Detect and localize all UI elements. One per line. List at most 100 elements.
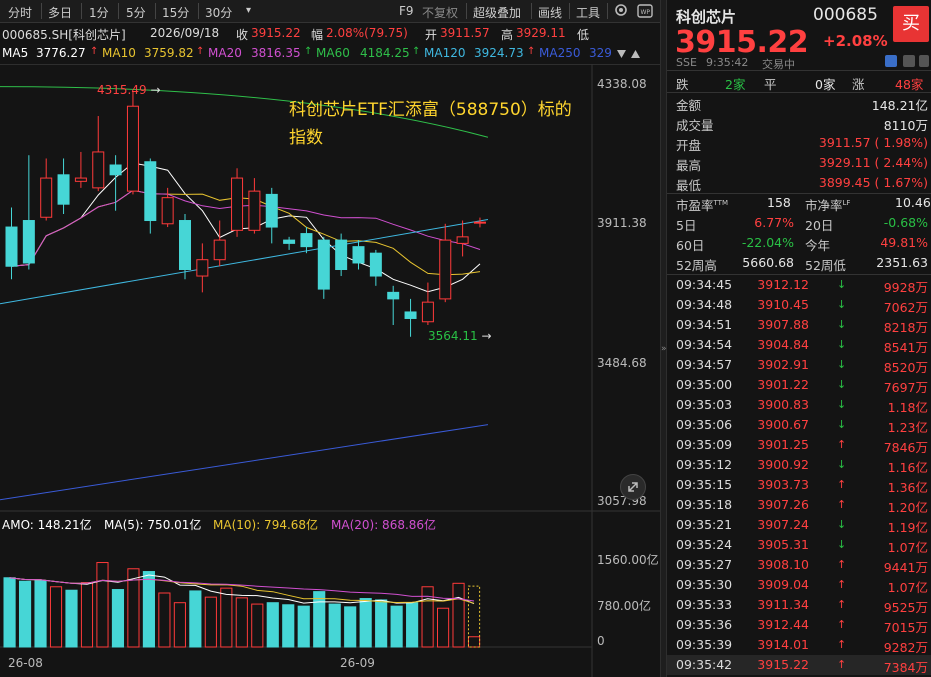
ma10-line <box>11 189 481 276</box>
tools-button[interactable]: 工具 <box>576 4 600 21</box>
close-value: 3915.22 <box>251 26 301 40</box>
tick-row[interactable]: 09:35:24 3905.31 ↓ 1.07亿 <box>667 535 931 555</box>
ma-legend: MA5 3776.27 ↑ MA10 3759.82 ↑ MA20 3816.3… <box>0 43 660 63</box>
tick-row[interactable]: 09:35:36 3912.44 ↑ 7015万 <box>667 615 931 635</box>
tab-timeshare[interactable]: 分时 <box>8 4 32 21</box>
candle-body <box>283 239 296 244</box>
window-icon[interactable]: WP <box>637 3 653 22</box>
ma120-value: 3924.73 <box>474 46 524 60</box>
candle-body <box>456 236 469 244</box>
flat-label: 平 <box>764 77 777 92</box>
tick-price: 3907.26 <box>757 497 809 512</box>
candle-body <box>126 105 139 192</box>
tick-row[interactable]: 09:35:15 3903.73 ↑ 1.36亿 <box>667 475 931 495</box>
draw-button[interactable]: 画线 <box>538 4 562 21</box>
tick-row[interactable]: 09:35:03 3900.83 ↓ 1.18亿 <box>667 395 931 415</box>
low-label: 低 <box>577 28 590 42</box>
collapse-panel-icon[interactable]: » <box>661 344 667 354</box>
tab-5min[interactable]: 5分 <box>126 4 146 21</box>
volume-bar <box>452 582 465 648</box>
tick-row[interactable]: 09:34:48 3910.45 ↓ 7062万 <box>667 295 931 315</box>
tick-price: 3901.22 <box>757 377 809 392</box>
flat-count: 0家 <box>815 77 836 92</box>
candle-body <box>352 246 365 264</box>
change-value: 2.08%(79.75) <box>326 26 408 40</box>
arrow-up-icon: ↑ <box>837 498 847 511</box>
tick-time: 09:35:30 <box>676 577 733 592</box>
perf-value: 5660.68 <box>742 255 794 270</box>
tick-row[interactable]: 09:34:54 3904.84 ↓ 8541万 <box>667 335 931 355</box>
tab-30min[interactable]: 30分 <box>205 4 232 21</box>
tick-row[interactable]: 09:35:09 3901.25 ↑ 7846万 <box>667 435 931 455</box>
period-dropdown-icon[interactable]: ▾ <box>246 5 251 16</box>
perf-label: 今年 <box>805 238 831 253</box>
perf-label: 52周高 <box>676 258 717 273</box>
f9-button[interactable]: F9 <box>399 4 414 18</box>
tick-row[interactable]: 09:35:42 3915.22 ↑ 7384万 <box>667 655 931 675</box>
tab-multiday[interactable]: 多日 <box>48 4 72 21</box>
ma20-label: MA20 <box>208 46 242 60</box>
tab-15min[interactable]: 15分 <box>162 4 189 21</box>
tick-row[interactable]: 09:35:12 3900.92 ↓ 1.16亿 <box>667 455 931 475</box>
tab-1min[interactable]: 1分 <box>89 4 109 21</box>
stat-row: 最低 3899.45 ( 1.67%) <box>667 173 931 193</box>
tick-time: 09:35:33 <box>676 597 733 612</box>
volume-bar <box>96 562 109 648</box>
tick-row[interactable]: 09:35:00 3901.22 ↓ 7697万 <box>667 375 931 395</box>
ma5-arrow-icon: ↑ <box>90 46 99 57</box>
stat-row: 最高 3929.11 ( 2.44%) <box>667 153 931 173</box>
volume-bar <box>80 582 94 648</box>
panel-splitter[interactable]: » <box>660 0 667 677</box>
tick-row[interactable]: 09:34:51 3907.88 ↓ 8218万 <box>667 315 931 335</box>
edit-icon[interactable] <box>885 55 897 67</box>
amo-ma20-label: MA(20): 868.86亿 <box>331 518 437 532</box>
tick-row[interactable]: 09:35:33 3911.34 ↑ 9525万 <box>667 595 931 615</box>
expand-icon[interactable] <box>903 55 915 67</box>
arrow-down-icon: ↓ <box>837 378 847 391</box>
overlay-button[interactable]: 超级叠加 <box>473 4 521 21</box>
high-value: 3929.11 <box>516 26 566 40</box>
candle-body <box>196 259 209 277</box>
expand-chart-icon[interactable] <box>620 474 646 500</box>
tick-time: 09:35:39 <box>676 637 733 652</box>
last-price: 3915.22 <box>675 25 809 60</box>
tick-row[interactable]: 09:35:06 3900.67 ↓ 1.23亿 <box>667 415 931 435</box>
candle-body <box>144 161 157 222</box>
candle-body <box>74 177 87 182</box>
arrow-up-icon: ↑ <box>837 598 847 611</box>
tick-time: 09:34:54 <box>676 337 733 352</box>
tick-row[interactable]: 09:35:30 3909.04 ↑ 1.07亿 <box>667 575 931 595</box>
tick-row[interactable]: 09:35:21 3907.24 ↓ 1.19亿 <box>667 515 931 535</box>
adjust-button[interactable]: 不复权 <box>422 4 458 21</box>
tick-time: 09:35:15 <box>676 477 733 492</box>
kline-chart[interactable] <box>0 64 660 677</box>
pe-value: 158 <box>767 195 791 210</box>
buy-button[interactable]: 买 <box>893 6 929 42</box>
ma-legend-collapse-icon[interactable] <box>616 48 642 62</box>
tick-row[interactable]: 09:35:39 3914.01 ↑ 9282万 <box>667 635 931 655</box>
tick-row[interactable]: 09:34:57 3902.91 ↓ 8520万 <box>667 355 931 375</box>
tick-time: 09:35:42 <box>676 657 733 672</box>
arrow-down-icon: ↓ <box>837 538 847 551</box>
tick-price: 3908.10 <box>757 557 809 572</box>
candle-body <box>40 177 53 218</box>
tick-row[interactable]: 09:35:27 3908.10 ↑ 9441万 <box>667 555 931 575</box>
tick-row[interactable]: 09:35:18 3907.26 ↑ 1.20亿 <box>667 495 931 515</box>
tick-time: 09:35:21 <box>676 517 733 532</box>
volume-bar <box>65 589 78 648</box>
performance-row: 5日 6.77% 20日 -0.68% <box>667 213 931 233</box>
tick-row[interactable]: 09:34:45 3912.12 ↓ 9928万 <box>667 275 931 295</box>
tick-volume: 1.18亿 <box>887 400 928 415</box>
tick-volume: 9525万 <box>883 600 928 615</box>
more-icon[interactable] <box>919 55 929 67</box>
tick-time: 09:35:18 <box>676 497 733 512</box>
stat-label: 金额 <box>676 98 702 113</box>
stat-row: 金额 148.21亿 <box>667 93 931 113</box>
perf-value: 49.81% <box>880 235 928 250</box>
change-label: 幅 <box>311 28 324 42</box>
tick-price: 3912.44 <box>757 617 809 632</box>
arrow-up-icon: ↑ <box>837 438 847 451</box>
settings-icon[interactable] <box>613 2 629 21</box>
tick-volume: 7015万 <box>883 620 928 635</box>
ma250-line <box>0 424 489 501</box>
